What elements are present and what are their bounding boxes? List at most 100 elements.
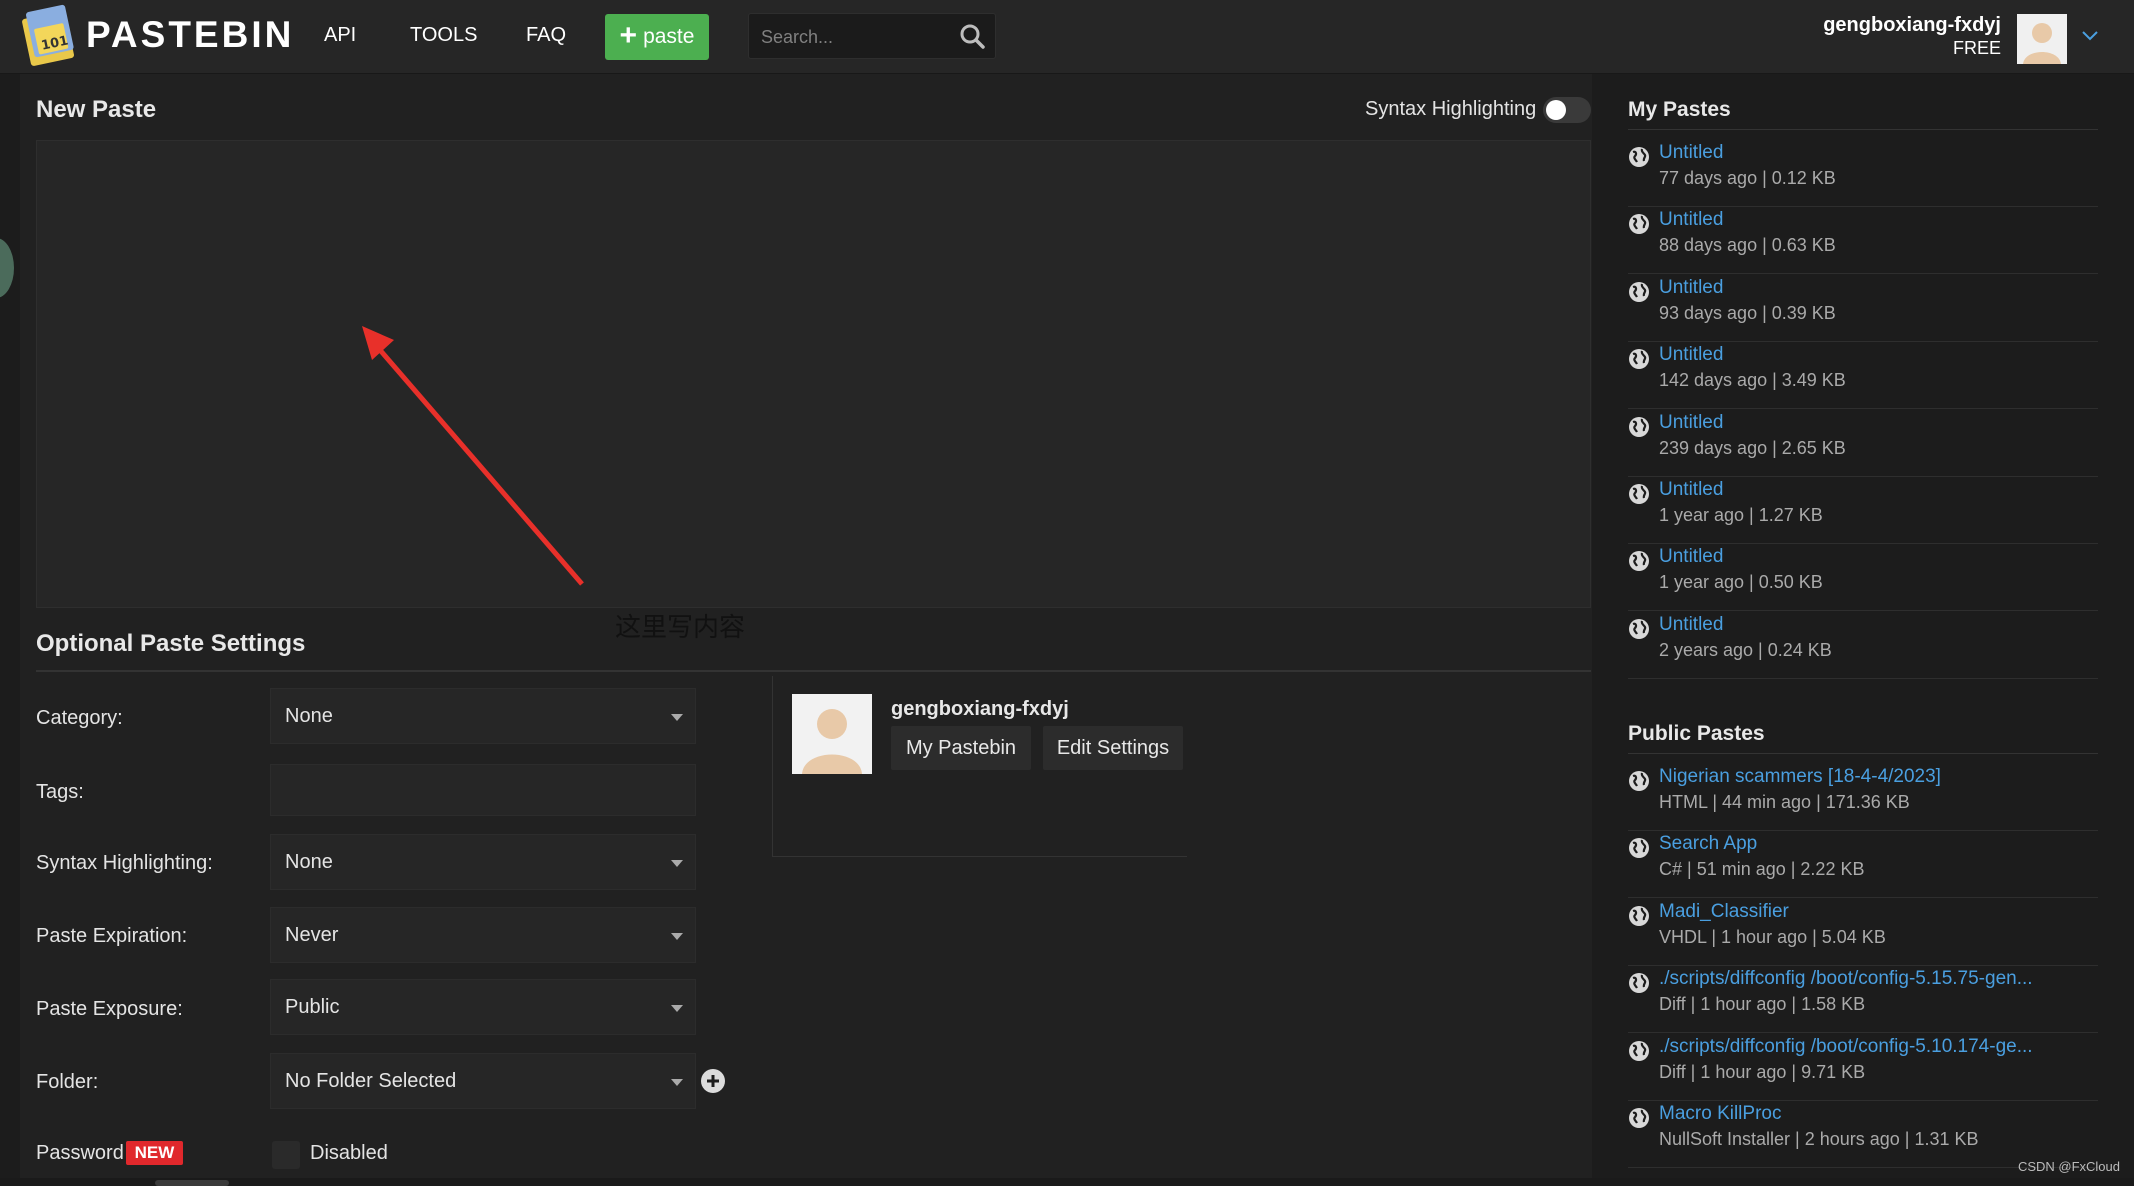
search-box (748, 13, 996, 59)
paste-meta: 1 year ago | 1.27 KB (1659, 505, 1823, 525)
globe-icon (1629, 973, 1649, 994)
paste-meta: 88 days ago | 0.63 KB (1659, 235, 1836, 256)
sidebar-divider (1628, 129, 2098, 130)
paste-meta: HTML | 44 min ago | 171.36 KB (1659, 792, 1910, 812)
paste-meta: 77 days ago | 0.12 KB (1659, 168, 1836, 188)
exposure-label: Paste Exposure: (36, 998, 183, 1020)
caret-down-icon (671, 714, 683, 721)
paste-link[interactable]: Untitled (1659, 614, 1723, 636)
paste-link[interactable]: ./scripts/diffconfig /boot/config-5.15.7… (1659, 968, 2033, 990)
nav-faq[interactable]: FAQ (526, 24, 566, 47)
search-icon[interactable] (959, 23, 985, 49)
password-value: Disabled (310, 1142, 388, 1164)
paste-meta: VHDL | 1 hour ago | 5.04 KB (1659, 926, 1886, 947)
paste-editor[interactable] (36, 140, 1594, 611)
globe-icon (1629, 551, 1649, 572)
card-username[interactable]: gengboxiang-fxdyj (891, 698, 1069, 721)
brand-name[interactable]: PASTEBIN (86, 14, 294, 56)
paste-link[interactable]: Untitled (1659, 412, 1723, 434)
my-paste-item[interactable]: Untitled 142 days ago | 3.49 KB (1628, 342, 2098, 410)
header-username[interactable]: gengboxiang-fxdyj (1823, 14, 2001, 37)
my-pastebin-button[interactable]: My Pastebin (891, 726, 1031, 770)
syntax-highlighting-toggle[interactable] (1543, 97, 1591, 123)
optional-settings-title: Optional Paste Settings (36, 630, 306, 657)
paste-meta: Diff | 1 hour ago | 1.58 KB (1659, 994, 1866, 1015)
my-paste-item[interactable]: Untitled 77 days ago | 0.12 KB (1628, 140, 2098, 207)
globe-icon (1629, 349, 1649, 370)
add-folder-icon[interactable] (700, 1068, 726, 1094)
paste-link[interactable]: Untitled (1659, 546, 1723, 568)
globe-icon (1629, 771, 1649, 791)
globe-icon (1629, 147, 1649, 167)
tags-input[interactable] (270, 764, 696, 816)
my-pastes-title: My Pastes (1628, 98, 1731, 121)
syntax-toggle-label: Syntax Highlighting (1365, 98, 1537, 120)
edit-settings-button[interactable]: Edit Settings (1043, 726, 1183, 770)
my-paste-item[interactable]: Untitled 239 days ago | 2.65 KB (1628, 410, 2098, 477)
public-pastes-title: Public Pastes (1628, 722, 1765, 745)
header-user-plan: FREE (1952, 38, 2001, 58)
exposure-select[interactable]: Public (270, 979, 696, 1035)
caret-down-icon (671, 933, 683, 940)
public-paste-item[interactable]: Nigerian scammers [18-4-4/2023] HTML | 44… (1628, 764, 2098, 831)
new-badge: NEW (126, 1141, 183, 1165)
nav-api[interactable]: API (324, 24, 356, 47)
avatar[interactable] (792, 694, 872, 774)
folder-select[interactable]: No Folder Selected (270, 1053, 696, 1109)
tags-label: Tags: (36, 781, 84, 803)
toggle-knob (1546, 100, 1566, 120)
globe-icon (1629, 416, 1649, 437)
paste-meta: 239 days ago | 2.65 KB (1659, 437, 1846, 458)
nav-tools[interactable]: TOOLS (410, 24, 477, 47)
syntax-select[interactable]: None (270, 834, 696, 890)
pastebin-logo-icon[interactable]: 101 (22, 4, 78, 66)
syntax-value: None (285, 851, 333, 873)
avatar[interactable] (2017, 14, 2067, 64)
paste-meta: 93 days ago | 0.39 KB (1659, 302, 1836, 323)
search-input[interactable] (759, 24, 953, 50)
folder-value: No Folder Selected (285, 1070, 457, 1092)
paste-link[interactable]: Macro KillProc (1659, 1103, 1781, 1125)
watermark: CSDN @FxCloud (2017, 1159, 2120, 1174)
paste-link[interactable]: ./scripts/diffconfig /boot/config-5.10.1… (1659, 1036, 2033, 1058)
paste-link[interactable]: Untitled (1659, 277, 1723, 299)
paste-link[interactable]: Untitled (1659, 209, 1723, 231)
paste-link[interactable]: Search App (1659, 833, 1757, 855)
public-paste-item[interactable]: Search App C# | 51 min ago | 2.22 KB (1628, 831, 2098, 899)
paste-meta: C# | 51 min ago | 2.22 KB (1659, 859, 1865, 880)
globe-icon (1629, 1040, 1649, 1061)
my-paste-item[interactable]: Untitled 1 year ago | 0.50 KB (1628, 544, 2098, 612)
scroll-handle[interactable] (155, 1180, 229, 1186)
my-paste-item[interactable]: Untitled 93 days ago | 0.39 KB (1628, 275, 2098, 342)
paste-link[interactable]: Nigerian scammers [18-4-4/2023] (1659, 766, 1941, 788)
paste-meta: Diff | 1 hour ago | 9.71 KB (1659, 1061, 1866, 1082)
side-float-handle[interactable] (0, 238, 14, 298)
globe-icon (1629, 1108, 1649, 1128)
top-header: 101 PASTEBIN API TOOLS FAQ + paste gengb… (0, 0, 2134, 74)
public-paste-item[interactable]: Madi_Classifier VHDL | 1 hour ago | 5.04 … (1628, 899, 2098, 966)
globe-icon (1629, 484, 1649, 504)
category-select[interactable]: None (270, 688, 696, 744)
new-paste-button[interactable]: + paste (605, 14, 709, 60)
paste-link[interactable]: Untitled (1659, 142, 1723, 164)
password-checkbox[interactable] (272, 1141, 300, 1169)
globe-icon (1629, 281, 1649, 302)
chevron-down-icon[interactable] (2080, 28, 2100, 42)
globe-icon (1629, 618, 1649, 639)
expiration-select[interactable]: Never (270, 907, 696, 963)
globe-icon (1629, 905, 1649, 926)
paste-link[interactable]: Madi_Classifier (1659, 901, 1789, 923)
public-paste-item[interactable]: ./scripts/diffconfig /boot/config-5.15.7… (1628, 966, 2098, 1034)
public-paste-item[interactable]: ./scripts/diffconfig /boot/config-5.10.1… (1628, 1034, 2098, 1101)
paste-textarea[interactable] (37, 141, 1594, 611)
public-paste-item[interactable]: Macro KillProc NullSoft Installer | 2 hou… (1628, 1101, 2098, 1168)
expiration-label: Paste Expiration: (36, 925, 188, 947)
exposure-value: Public (285, 996, 340, 1018)
paste-meta: NullSoft Installer | 2 hours ago | 1.31 … (1659, 1129, 1979, 1149)
my-paste-item[interactable]: Untitled 2 years ago | 0.24 KB (1628, 612, 2098, 679)
my-paste-item[interactable]: Untitled 1 year ago | 1.27 KB (1628, 477, 2098, 544)
paste-link[interactable]: Untitled (1659, 344, 1723, 366)
paste-link[interactable]: Untitled (1659, 479, 1723, 501)
my-paste-item[interactable]: Untitled 88 days ago | 0.63 KB (1628, 207, 2098, 275)
section-divider (36, 670, 1591, 672)
